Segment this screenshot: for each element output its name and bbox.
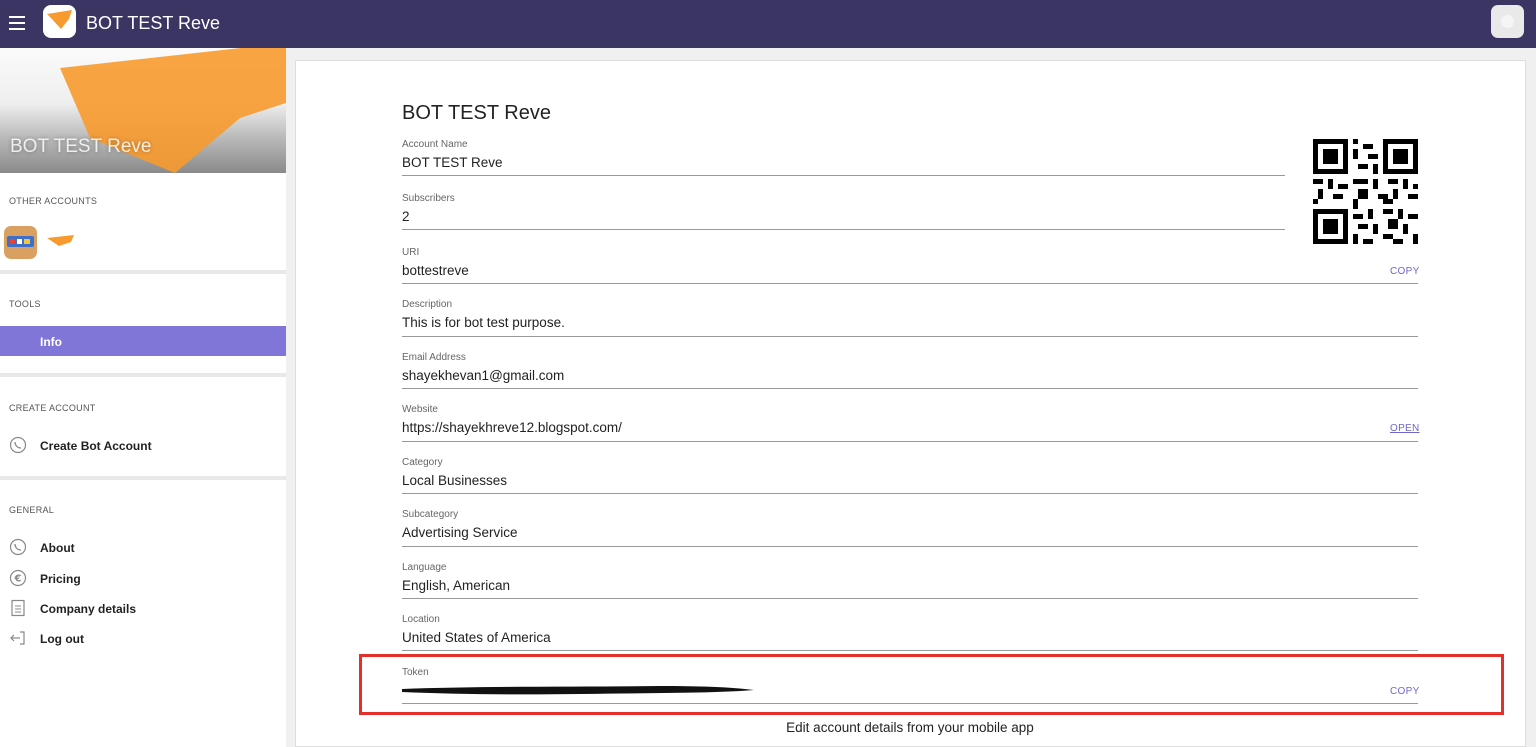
sidebar-divider <box>0 270 286 274</box>
sidebar-item-about[interactable]: About <box>0 532 286 562</box>
field-location: Location United States of America <box>402 614 1418 651</box>
sidebar-item-label: Company details <box>40 602 137 616</box>
field-label: Category <box>402 457 443 468</box>
field-account-name: Account Name BOT TEST Reve <box>402 139 1285 176</box>
field-value: Local Businesses <box>402 473 508 488</box>
field-label: Language <box>402 562 447 573</box>
general-heading: GENERAL <box>9 505 55 515</box>
field-category: Category Local Businesses <box>402 457 1418 494</box>
field-label: Email Address <box>402 352 466 363</box>
sidebar-item-label: Pricing <box>40 572 81 586</box>
sidebar-item-label: Create Bot Account <box>40 439 152 453</box>
field-value: 2 <box>402 209 410 224</box>
field-description: Description This is for bot test purpose… <box>402 299 1418 337</box>
field-uri: URI bottestreve <box>402 247 1418 284</box>
viber-phone-icon <box>9 436 27 454</box>
field-value: https://shayekhreve12.blogspot.com/ <box>402 420 622 435</box>
app-title: BOT TEST Reve <box>86 13 221 33</box>
field-label: Subcategory <box>402 509 459 520</box>
create-account-heading: CREATE ACCOUNT <box>9 403 96 413</box>
sidebar-item-info[interactable]: Info <box>0 326 286 356</box>
field-value: bottestreve <box>402 263 469 278</box>
sidebar-item-log-out[interactable]: Log out <box>0 623 286 653</box>
top-bar: BOT TEST Reve <box>0 0 1536 48</box>
field-subscribers: Subscribers 2 <box>402 193 1285 230</box>
document-icon <box>11 599 25 617</box>
field-value: English, American <box>402 578 511 593</box>
field-value: This is for bot test purpose. <box>402 315 565 330</box>
field-label: Website <box>402 404 438 415</box>
sidebar-divider <box>0 373 286 377</box>
bot-logo-icon <box>43 5 76 38</box>
field-website: Website https://shayekhreve12.blogspot.c… <box>402 404 1418 442</box>
hamburger-menu-icon[interactable] <box>9 16 25 30</box>
other-accounts-heading: OTHER ACCOUNTS <box>9 196 98 206</box>
account-cover: BOT TEST Reve <box>0 48 286 173</box>
sidebar-item-create-bot-account[interactable]: Create Bot Account <box>0 430 286 460</box>
account-cover-name: BOT TEST Reve <box>10 136 152 157</box>
field-label: Subscribers <box>402 193 455 204</box>
qr-code-icon <box>1313 139 1418 244</box>
sidebar-item-pricing[interactable]: € Pricing <box>0 563 286 593</box>
page-title: BOT TEST Reve <box>402 102 551 124</box>
field-value: shayekhevan1@gmail.com <box>402 368 565 383</box>
svg-text:€: € <box>14 574 22 585</box>
token-highlight-box <box>359 654 1504 715</box>
sidebar-divider <box>0 476 286 480</box>
field-value: BOT TEST Reve <box>402 155 503 170</box>
sidebar-item-label: Info <box>40 335 62 349</box>
field-label: Account Name <box>402 139 468 150</box>
euro-icon: € <box>9 569 27 587</box>
account-thumb-bot[interactable] <box>45 226 78 259</box>
sidebar: BOT TEST Reve OTHER ACCOUNTS TOOLS Info … <box>0 48 286 747</box>
field-label: URI <box>402 247 420 258</box>
viber-phone-icon <box>9 538 27 556</box>
sidebar-item-label: Log out <box>40 632 84 646</box>
user-avatar-icon[interactable] <box>1491 5 1524 38</box>
sidebar-item-label: About <box>40 541 75 555</box>
field-label: Description <box>402 299 453 310</box>
field-language: Language English, American <box>402 562 1418 599</box>
edit-details-note: Edit account details from your mobile ap… <box>786 720 1034 735</box>
copy-uri-button[interactable]: COPY <box>1390 266 1420 277</box>
scrollbar[interactable] <box>1527 48 1536 747</box>
field-value: United States of America <box>402 630 551 645</box>
account-thumb-welcome[interactable] <box>4 226 37 259</box>
field-subcategory: Subcategory Advertising Service <box>402 509 1418 547</box>
open-website-link[interactable]: OPEN <box>1390 423 1420 434</box>
field-label: Location <box>402 614 440 625</box>
logout-icon <box>10 631 25 645</box>
tools-heading: TOOLS <box>9 299 41 309</box>
sidebar-item-company-details[interactable]: Company details <box>0 593 286 623</box>
field-email: Email Address shayekhevan1@gmail.com <box>402 352 1418 389</box>
field-value: Advertising Service <box>402 525 518 540</box>
